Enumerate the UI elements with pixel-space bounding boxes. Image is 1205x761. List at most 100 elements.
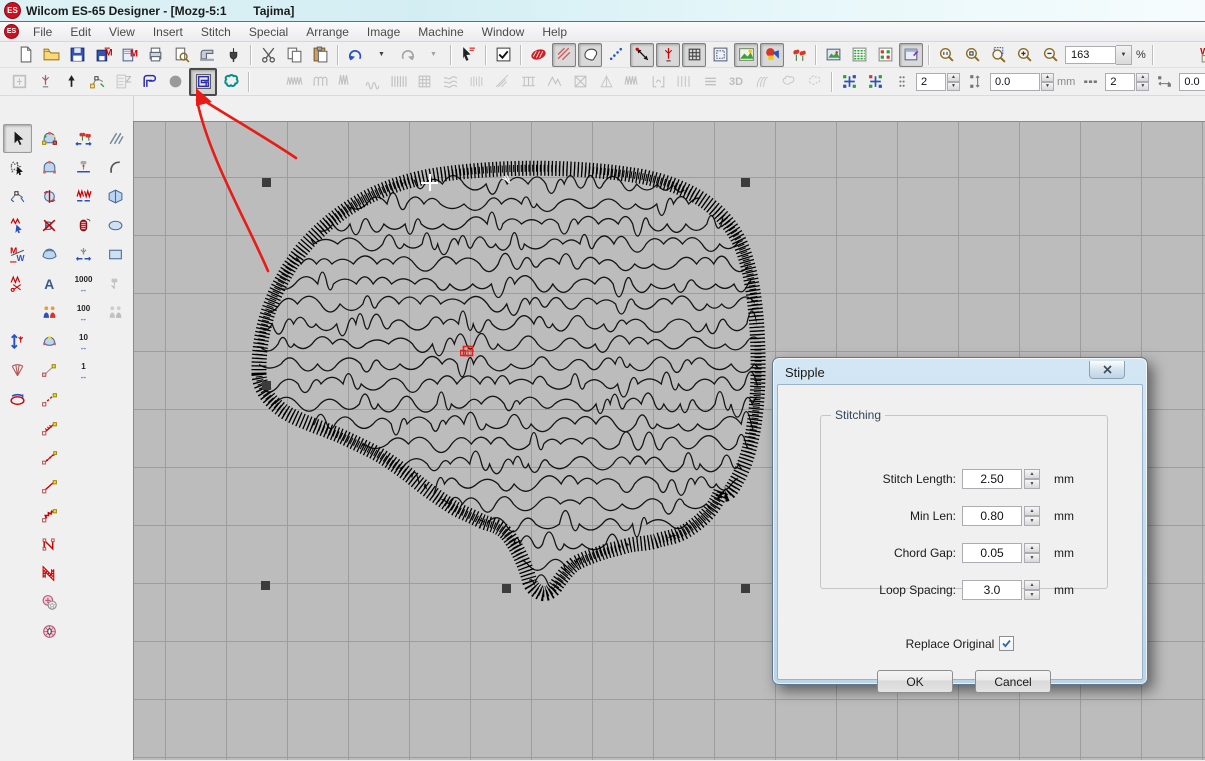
menu-insert[interactable]: Insert [144, 23, 192, 41]
zoom-object-button[interactable] [960, 43, 984, 67]
line-nodes-tool-button[interactable] [35, 356, 64, 385]
outline-design-button[interactable] [219, 70, 243, 94]
spacing-10-button[interactable]: 10↔ [69, 327, 98, 356]
stitch-edit-button[interactable] [33, 70, 57, 94]
zoom-in-button[interactable] [1012, 43, 1036, 67]
document-menu-icon[interactable]: ES [4, 24, 19, 39]
stitch-mw-button[interactable] [69, 182, 98, 211]
stipple-dialog-titlebar[interactable]: Stipple [777, 362, 1143, 382]
menu-machine[interactable]: Machine [409, 23, 472, 41]
single-run-button[interactable] [35, 472, 64, 501]
min-len-spinner[interactable]: ▲▼ [1024, 506, 1040, 526]
buttonhole-button[interactable] [35, 588, 64, 617]
background-view-button[interactable] [734, 43, 758, 67]
scissors-fork-button[interactable] [3, 298, 32, 327]
zoom-out-button[interactable] [1038, 43, 1062, 67]
selection-handle-tr[interactable] [741, 178, 750, 187]
stitch-length-input[interactable]: 2.50 [962, 469, 1022, 489]
zigzag-run-button[interactable] [35, 501, 64, 530]
selection-handle-tl[interactable] [262, 178, 271, 187]
menu-special[interactable]: Special [240, 23, 297, 41]
eyelet-button[interactable] [35, 617, 64, 646]
zoom-level-value[interactable]: 163 [1065, 46, 1116, 64]
grid-view-button[interactable] [682, 43, 706, 67]
menu-arrange[interactable]: Arrange [297, 23, 358, 41]
fill-contour-button[interactable] [137, 70, 161, 94]
loop-spacing-spinner[interactable]: ▲▼ [1024, 580, 1040, 600]
menu-image[interactable]: Image [358, 23, 409, 41]
row-spacing-icon-button[interactable] [963, 70, 987, 94]
column-spacing-value[interactable]: 0.0 [1179, 73, 1205, 91]
shapes-view-button[interactable] [760, 43, 784, 67]
row-count-updown[interactable]: ▲▼ [947, 73, 960, 91]
design-properties-button[interactable]: M [117, 43, 141, 67]
spacing-100-button[interactable]: 100↔ [69, 298, 98, 327]
chord-gap-input[interactable]: 0.05 [962, 543, 1022, 563]
hatch-view-button[interactable] [552, 43, 576, 67]
select-by-color-button[interactable] [456, 43, 480, 67]
zoom-box-button[interactable] [986, 43, 1010, 67]
reshape-node-button[interactable] [3, 182, 32, 211]
stitch-view-button[interactable] [526, 43, 550, 67]
column-count-updown[interactable]: ▲▼ [1136, 73, 1149, 91]
reshape-object-button[interactable] [35, 124, 64, 153]
loop-spacing-input[interactable]: 3.0 [962, 580, 1022, 600]
menu-stitch[interactable]: Stitch [192, 23, 240, 41]
menu-view[interactable]: View [100, 23, 144, 41]
paste-button[interactable] [308, 43, 332, 67]
row-spacing-updown[interactable]: ▲▼ [1041, 73, 1054, 91]
spacing-1-button[interactable]: 1↔ [69, 356, 98, 385]
open-object-button[interactable] [35, 530, 64, 559]
row-count-spinner[interactable]: 2 ▲▼ [916, 73, 960, 91]
cap-nodes-tool-button[interactable] [35, 327, 64, 356]
spacing-auto-button[interactable] [837, 70, 861, 94]
menu-file[interactable]: File [24, 23, 61, 41]
stipple-fill-button[interactable] [189, 68, 217, 96]
menu-help[interactable]: Help [533, 23, 576, 41]
row-count-value[interactable]: 2 [916, 73, 946, 91]
column-count-value[interactable]: 2 [1105, 73, 1135, 91]
backstitch-button[interactable] [35, 443, 64, 472]
mw-ratio-button[interactable]: MW [3, 240, 32, 269]
selection-handle-br[interactable] [741, 584, 750, 593]
reshape-nodes-button[interactable] [85, 70, 109, 94]
needle-spacing-button[interactable] [69, 240, 98, 269]
save-design-button[interactable] [65, 43, 89, 67]
selection-handle-bl[interactable] [261, 581, 270, 590]
arc-tool-button[interactable] [101, 153, 130, 182]
cap-frame-button[interactable] [35, 240, 64, 269]
zoom-dropdown-arrow-icon[interactable]: ▼ [1116, 45, 1132, 65]
fill-shape-tool-button[interactable] [101, 182, 130, 211]
stitch-select-button[interactable] [3, 211, 32, 240]
row-spacing-value[interactable]: 0.0 [990, 73, 1040, 91]
print-button[interactable] [143, 43, 167, 67]
more-options-button[interactable] [889, 70, 913, 94]
column-spacing-icon-button[interactable] [1152, 70, 1176, 94]
fill-circle-button[interactable] [163, 70, 187, 94]
replace-original-checkbox[interactable] [999, 636, 1014, 651]
menu-edit[interactable]: Edit [61, 23, 100, 41]
connect-machine-button[interactable] [221, 43, 245, 67]
freehand-select-button[interactable] [3, 153, 32, 182]
auto-options-button[interactable] [491, 43, 515, 67]
reshape-dome-button[interactable] [35, 153, 64, 182]
column-count-spinner[interactable]: 2 ▲▼ [1105, 73, 1149, 91]
bitmap-tool-button[interactable] [821, 43, 845, 67]
undo-dropdown-button[interactable]: ▼ [369, 43, 393, 67]
chord-gap-spinner[interactable]: ▲▼ [1024, 543, 1040, 563]
new-design-button[interactable] [13, 43, 37, 67]
cut-button[interactable] [256, 43, 280, 67]
rectangle-tool-button[interactable] [101, 240, 130, 269]
undo-button[interactable] [343, 43, 367, 67]
ok-button[interactable]: OK [877, 670, 953, 693]
slant-lines-tool-button[interactable] [101, 124, 130, 153]
zigzag-cut-button[interactable] [3, 269, 32, 298]
plant-tool-button[interactable] [69, 153, 98, 182]
remove-lettering-button[interactable]: B [35, 211, 64, 240]
cancel-button[interactable]: Cancel [975, 670, 1051, 693]
bobbin-tool-button[interactable] [69, 211, 98, 240]
run-stitch-button[interactable] [35, 385, 64, 414]
mirror-merge-button[interactable] [35, 182, 64, 211]
spacing-1000-button[interactable]: 1000↔ [69, 269, 98, 298]
connectors-view-button[interactable] [630, 43, 654, 67]
